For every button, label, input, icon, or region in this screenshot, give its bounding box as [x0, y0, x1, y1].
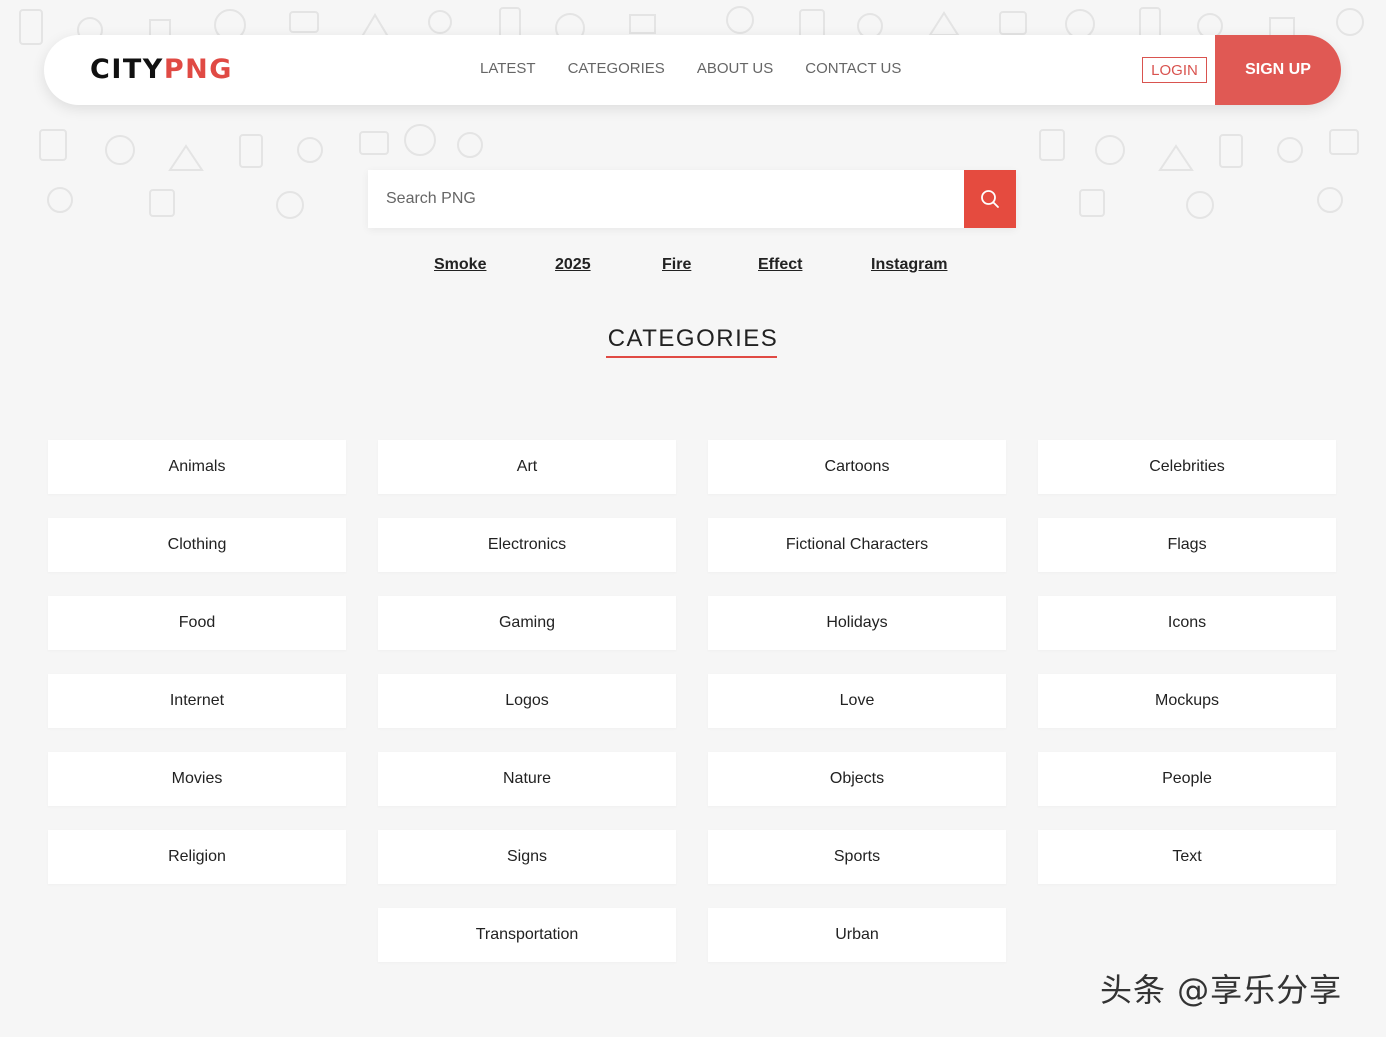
categories-heading: CATEGORIES	[607, 325, 779, 352]
category-movies[interactable]: Movies	[48, 752, 346, 806]
category-mockups[interactable]: Mockups	[1038, 674, 1336, 728]
category-sports[interactable]: Sports	[708, 830, 1006, 884]
category-people[interactable]: People	[1038, 752, 1336, 806]
search-icon	[981, 190, 999, 208]
nav-link-categories[interactable]: CATEGORIES	[568, 60, 665, 78]
category-food[interactable]: Food	[48, 596, 346, 650]
category-urban[interactable]: Urban	[708, 908, 1006, 962]
category-logos[interactable]: Logos	[378, 674, 676, 728]
category-gaming[interactable]: Gaming	[378, 596, 676, 650]
category-fictional-characters[interactable]: Fictional Characters	[708, 518, 1006, 572]
category-animals[interactable]: Animals	[48, 440, 346, 494]
popular-tags: Smoke 2025 Fire Effect Instagram	[0, 255, 1386, 277]
category-electronics[interactable]: Electronics	[378, 518, 676, 572]
signup-button[interactable]: SIGN UP	[1215, 35, 1341, 105]
tag-link-fire[interactable]: Fire	[662, 255, 691, 275]
category-clothing[interactable]: Clothing	[48, 518, 346, 572]
category-icons[interactable]: Icons	[1038, 596, 1336, 650]
login-button[interactable]: LOGIN	[1142, 57, 1207, 83]
tag-link-effect[interactable]: Effect	[758, 255, 802, 275]
category-text[interactable]: Text	[1038, 830, 1336, 884]
category-internet[interactable]: Internet	[48, 674, 346, 728]
category-signs[interactable]: Signs	[378, 830, 676, 884]
category-love[interactable]: Love	[708, 674, 1006, 728]
category-objects[interactable]: Objects	[708, 752, 1006, 806]
site-logo[interactable]: CITYPNG	[90, 53, 233, 87]
site-header: CITYPNG LATEST CATEGORIES ABOUT US CONTA…	[44, 35, 1341, 105]
category-nature[interactable]: Nature	[378, 752, 676, 806]
tag-link-smoke[interactable]: Smoke	[434, 255, 486, 275]
category-celebrities[interactable]: Celebrities	[1038, 440, 1336, 494]
category-art[interactable]: Art	[378, 440, 676, 494]
tag-link-2025[interactable]: 2025	[555, 255, 591, 275]
category-flags[interactable]: Flags	[1038, 518, 1336, 572]
category-religion[interactable]: Religion	[48, 830, 346, 884]
nav-link-latest[interactable]: LATEST	[480, 60, 536, 78]
category-cartoons[interactable]: Cartoons	[708, 440, 1006, 494]
tag-link-instagram[interactable]: Instagram	[871, 255, 947, 275]
nav-link-contact-us[interactable]: CONTACT US	[805, 60, 901, 78]
logo-png-text: PNG	[163, 54, 233, 85]
logo-city-text: CITY	[90, 54, 164, 85]
heading-underline	[606, 356, 777, 358]
search-button[interactable]	[964, 170, 1016, 228]
main-nav: LATEST CATEGORIES ABOUT US CONTACT US	[480, 60, 933, 78]
watermark-text: 头条 @享乐分享	[1100, 971, 1343, 1009]
category-transportation[interactable]: Transportation	[378, 908, 676, 962]
category-holidays[interactable]: Holidays	[708, 596, 1006, 650]
search-input[interactable]	[368, 170, 964, 228]
search-bar	[368, 170, 1016, 228]
nav-link-about-us[interactable]: ABOUT US	[697, 60, 773, 78]
